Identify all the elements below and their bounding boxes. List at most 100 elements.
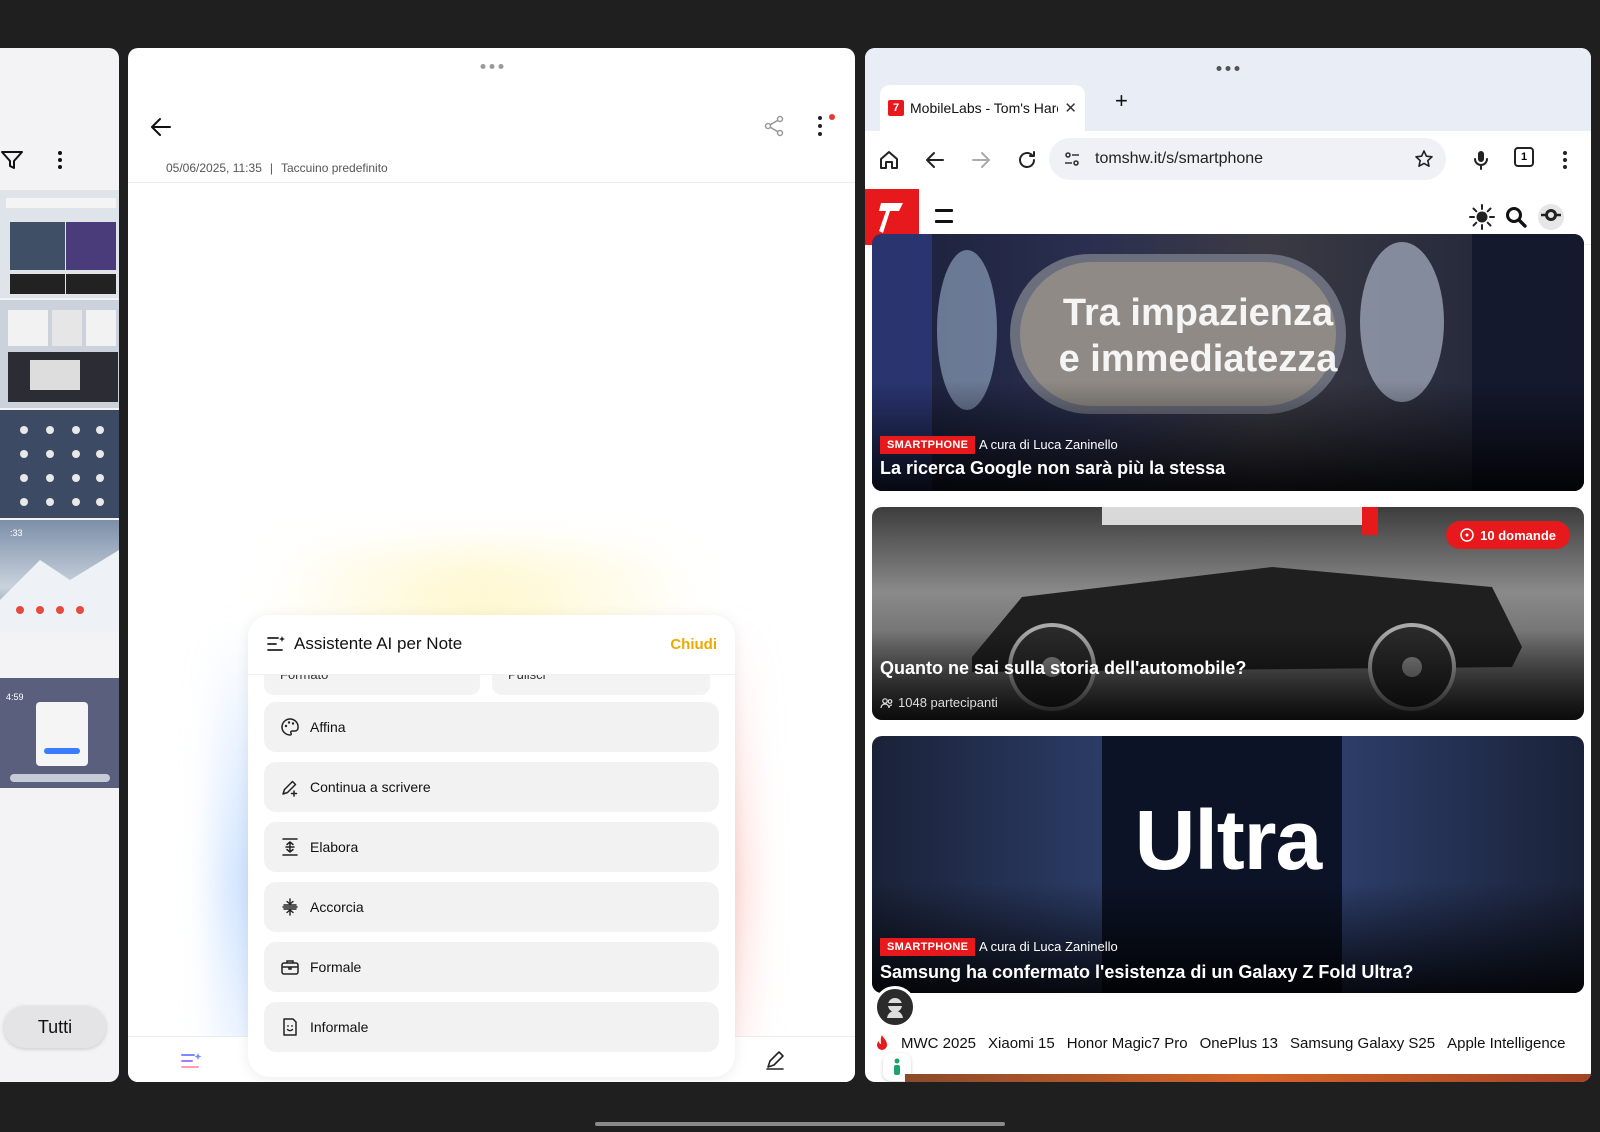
close-button[interactable]: Chiudi: [670, 636, 717, 653]
ai-option-informale[interactable]: Informale: [264, 1002, 719, 1052]
ai-option-accorcia[interactable]: Accorcia: [264, 882, 719, 932]
pen-plus-icon: [282, 780, 298, 797]
browser-menu-icon[interactable]: [1561, 148, 1569, 172]
category-badge[interactable]: SMARTPHONE: [880, 938, 976, 956]
window-handle[interactable]: [1216, 66, 1240, 71]
url-text[interactable]: tomshw.it/s/smartphone: [1095, 150, 1263, 168]
article-image-caption: Tra impazienza e immediatezza: [1048, 290, 1348, 382]
trending-topic[interactable]: OnePlus 13: [1200, 1035, 1278, 1052]
expand-lines-icon: [282, 838, 298, 856]
smile-doc-icon: [283, 1018, 297, 1036]
shorten-lines-icon: [282, 898, 298, 916]
participants-count: 1048 partecipanti: [880, 695, 998, 710]
article-author: A cura di Luca Zaninello: [979, 437, 1118, 452]
screenshot-thumbnail[interactable]: [0, 410, 119, 518]
note-notebook: Taccuino predefinito: [281, 161, 388, 175]
hammer-logo-icon: [879, 203, 903, 233]
note-date: 05/06/2025, 11:35: [166, 161, 262, 175]
ai-option-label: Formale: [310, 959, 362, 975]
briefcase-icon: [281, 960, 299, 975]
image-text-line: e immediatezza: [1058, 338, 1338, 380]
ai-option-label: Affina: [310, 719, 346, 735]
trending-topic[interactable]: Honor Magic7 Pro: [1067, 1035, 1188, 1052]
close-tab-icon[interactable]: ✕: [1064, 99, 1077, 117]
article-card[interactable]: Ultra SMARTPHONE A cura di Luca Zaninell…: [872, 736, 1584, 993]
quiz-badge[interactable]: 10 domande: [1446, 521, 1570, 549]
article-card[interactable]: Tra impazienza e immediatezza SMARTPHONE…: [872, 234, 1584, 491]
ai-option-label: Continua a scrivere: [310, 779, 431, 795]
robot-avatar-icon: [887, 998, 903, 1018]
browser-pane: 7 MobileLabs - Tom's Hardwa ✕ + tomshw.i…: [865, 48, 1591, 1082]
ai-assistant-icon: [267, 636, 285, 651]
article-title[interactable]: Samsung ha confermato l'esistenza di un …: [880, 962, 1413, 983]
new-tab-icon[interactable]: +: [1115, 88, 1128, 114]
quiz-card[interactable]: 10 domande Quanto ne sai sulla storia de…: [872, 507, 1584, 720]
ai-option-affina[interactable]: Affina: [264, 702, 719, 752]
address-bar[interactable]: tomshw.it/s/smartphone: [1049, 138, 1446, 180]
ai-panel-title: Assistente AI per Note: [294, 634, 463, 653]
screenshot-thumbnail[interactable]: 4:59: [0, 678, 119, 788]
meta-separator: |: [269, 161, 273, 175]
trending-topic[interactable]: Apple Intelligence: [1447, 1035, 1565, 1052]
divider: [128, 182, 855, 183]
menu-icon[interactable]: [935, 209, 953, 223]
participants-text: 1048 partecipanti: [898, 695, 998, 710]
ai-option-label: Accorcia: [310, 899, 364, 915]
floating-avatar-button[interactable]: [874, 986, 916, 1028]
gesture-navigation-bar[interactable]: [595, 1122, 1005, 1126]
article-author: A cura di Luca Zaninello: [979, 939, 1118, 954]
microphone-icon[interactable]: [1469, 148, 1493, 172]
fire-icon: [877, 1035, 887, 1050]
reload-icon[interactable]: [1015, 148, 1039, 172]
people-icon: [880, 697, 893, 708]
palette-icon: [281, 718, 299, 736]
window-handle[interactable]: [480, 64, 503, 69]
image-text-line: Tra impazienza: [1062, 292, 1334, 334]
screenshot-thumbnail[interactable]: [0, 190, 119, 298]
trending-topic[interactable]: Xiaomi 15: [988, 1035, 1055, 1052]
ai-panel-header: Assistente AI per Note Chiudi: [248, 615, 735, 675]
tab-strip: 7 MobileLabs - Tom's Hardwa ✕ +: [865, 48, 1591, 131]
trending-topic[interactable]: Samsung Galaxy S25: [1290, 1035, 1435, 1052]
ai-option-formale[interactable]: Formale: [264, 942, 719, 992]
quiz-title[interactable]: Quanto ne sai sulla storia dell'automobi…: [880, 658, 1246, 679]
browser-tab[interactable]: 7 MobileLabs - Tom's Hardwa ✕: [880, 85, 1085, 131]
search-icon[interactable]: [1502, 203, 1530, 231]
share-icon[interactable]: [762, 114, 786, 138]
screenshot-thumbnail[interactable]: :33: [0, 520, 119, 632]
trending-topic[interactable]: MWC 2025: [901, 1035, 976, 1052]
forward-icon[interactable]: [969, 148, 993, 172]
bookmark-star-icon[interactable]: [1414, 149, 1434, 169]
back-icon[interactable]: [923, 148, 947, 172]
notification-dot: [829, 114, 835, 120]
screenshot-thumbnail[interactable]: [0, 300, 119, 408]
home-icon[interactable]: [877, 148, 901, 172]
back-arrow-icon[interactable]: [148, 114, 174, 140]
article-title[interactable]: La ricerca Google non sarà più la stessa: [880, 458, 1225, 479]
category-badge[interactable]: SMARTPHONE: [880, 436, 976, 454]
filter-icon[interactable]: [0, 148, 24, 172]
handwriting-pen-icon[interactable]: [764, 1049, 786, 1071]
site-favicon: 7: [888, 100, 904, 116]
ai-option-elabora[interactable]: Elabora: [264, 822, 719, 872]
ai-option-label: Elabora: [310, 839, 359, 855]
thumb-time: :33: [10, 528, 23, 538]
browser-toolbar: tomshw.it/s/smartphone 1: [865, 131, 1591, 189]
gallery-more-icon[interactable]: [52, 148, 68, 172]
user-account-icon[interactable]: [1537, 203, 1565, 231]
filter-all-button[interactable]: Tutti: [4, 1006, 106, 1048]
tab-switcher-icon[interactable]: 1: [1514, 147, 1534, 167]
site-settings-icon[interactable]: [1063, 150, 1081, 168]
ai-option-continua[interactable]: Continua a scrivere: [264, 762, 719, 812]
ai-option-label: Informale: [310, 1019, 369, 1035]
note-metadata: 05/06/2025, 11:35 | Taccuino predefinito: [166, 161, 388, 175]
question-icon: [1460, 528, 1474, 542]
notes-pane: 05/06/2025, 11:35 | Taccuino predefinito…: [128, 48, 855, 1082]
gallery-pane: :33 4:59 Tutti: [0, 48, 119, 1082]
theme-toggle-icon[interactable]: [1468, 203, 1496, 231]
ai-tools-icon[interactable]: [180, 1051, 202, 1071]
article-image-text: Ultra: [1134, 793, 1322, 887]
tab-title: MobileLabs - Tom's Hardwa: [910, 100, 1058, 116]
more-options-icon[interactable]: [812, 112, 828, 140]
trending-topics-bar: MWC 2025 Xiaomi 15 Honor Magic7 Pro OneP…: [865, 1028, 1591, 1058]
